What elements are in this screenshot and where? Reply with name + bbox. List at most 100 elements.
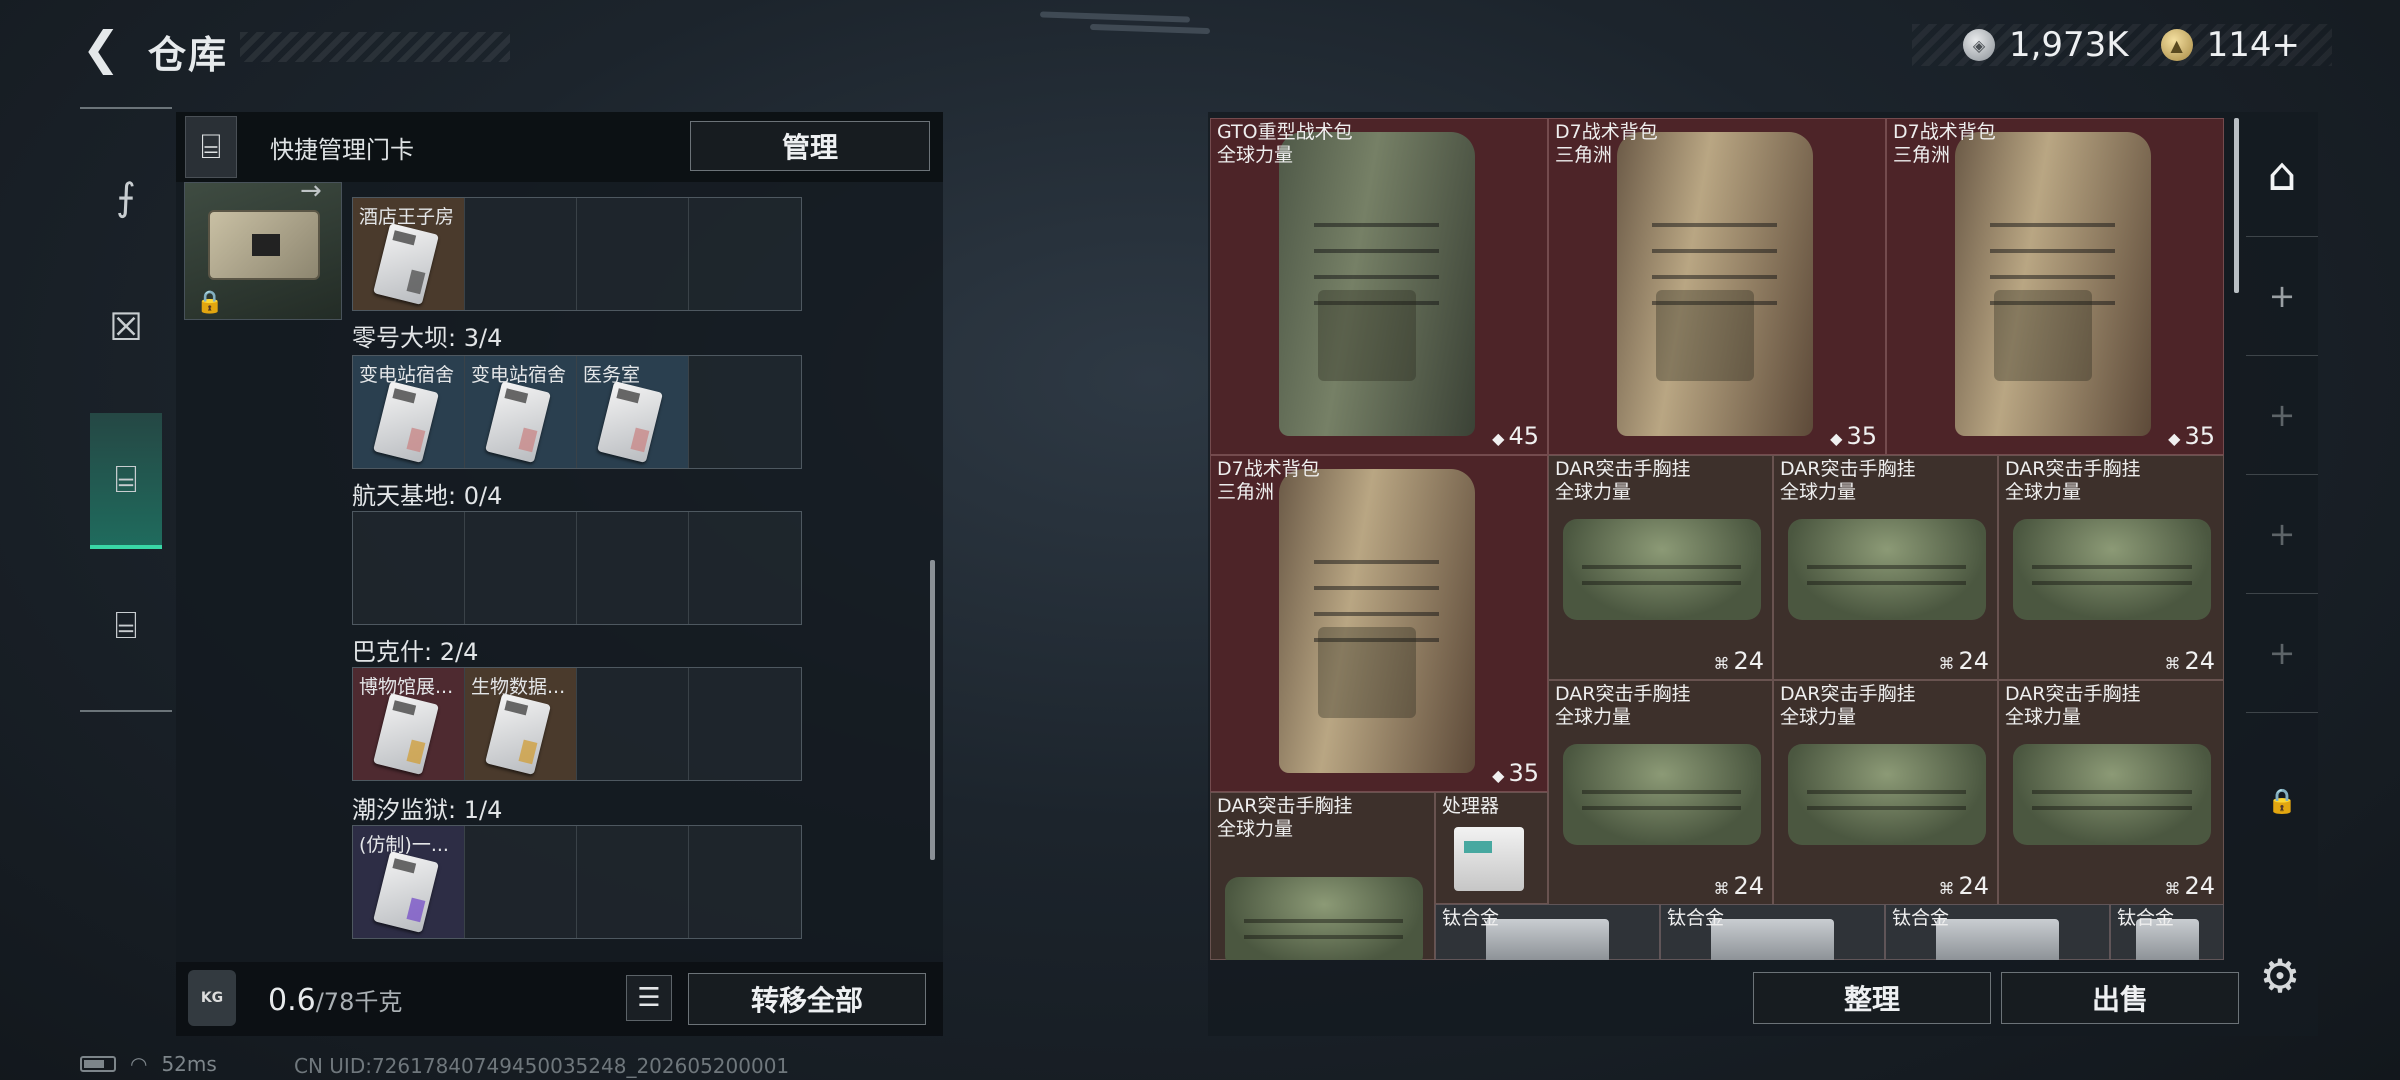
category-nav: ⨍ ☒ ⌸ ⌸ xyxy=(80,107,172,712)
keycard-slot[interactable]: (仿制)一... xyxy=(353,826,465,938)
item-faction: 全球力量 xyxy=(1555,706,1632,728)
backpack-capacity-icon: ◆ xyxy=(1830,429,1843,448)
warehouse-item[interactable]: D7战术背包 三角洲 ◆ 35 xyxy=(1548,118,1886,455)
title-hatch-decoration xyxy=(240,32,510,62)
nav-toolbox[interactable]: ⌸ xyxy=(90,557,162,693)
item-faction: 全球力量 xyxy=(2005,481,2082,503)
item-name: DAR突击手胸挂 全球力量 xyxy=(2005,683,2141,729)
keycard-slot[interactable]: 酒店王子房 xyxy=(353,198,465,310)
item-capacity-value: 35 xyxy=(1508,759,1539,787)
backpack-image xyxy=(1954,132,2151,436)
keycard-group-label: 巴克什: 2/4 xyxy=(352,638,479,666)
warehouse-item[interactable]: 钛合金 xyxy=(1435,904,1660,960)
keycard-slot[interactable]: 医务室 xyxy=(577,356,689,468)
keycard-scrollbar[interactable] xyxy=(930,560,935,860)
lock-icon[interactable]: 🔒 xyxy=(2246,713,2318,888)
keycard-slot[interactable]: 变电站宿舍 xyxy=(353,356,465,468)
keycard-name: (仿制)一... xyxy=(359,834,449,856)
weight-capacity: /78千克 xyxy=(315,988,403,1016)
empty-keycard-slot[interactable] xyxy=(465,826,577,938)
warehouse-item[interactable]: 钛合金 xyxy=(2110,904,2224,960)
item-faction: 全球力量 xyxy=(1780,481,1857,503)
empty-keycard-slot[interactable] xyxy=(577,512,689,624)
keycard-group-label: 零号大坝: 3/4 xyxy=(352,324,503,352)
empty-keycard-slot[interactable] xyxy=(465,198,577,310)
empty-keycard-slot[interactable] xyxy=(577,198,689,310)
keycard-slot[interactable]: 生物数据... xyxy=(465,668,577,780)
empty-keycard-slot[interactable] xyxy=(689,668,801,780)
sort-button[interactable]: 整理 xyxy=(1753,972,1991,1024)
item-capacity-value: 24 xyxy=(2184,872,2215,900)
empty-keycard-slot[interactable] xyxy=(577,826,689,938)
backpack-capacity-icon: ◆ xyxy=(1492,429,1505,448)
warehouse-item[interactable]: DAR突击手胸挂 全球力量 xyxy=(1210,792,1435,960)
item-faction: 三角洲 xyxy=(1555,144,1613,166)
currency-bar: ◈ 1,973K ▲ 114+ xyxy=(1912,24,2332,66)
empty-keycard-slot[interactable] xyxy=(689,826,801,938)
add-tab-icon[interactable]: + xyxy=(2246,356,2318,475)
item-name: 钛合金 xyxy=(2117,907,2174,930)
item-capacity-value: 24 xyxy=(1958,647,1989,675)
item-name: D7战术背包 三角洲 xyxy=(1217,458,1320,504)
warehouse-item[interactable]: 处理器 xyxy=(1435,792,1548,904)
item-capacity-value: 24 xyxy=(2184,647,2215,675)
warehouse-item[interactable]: D7战术背包 三角洲 ◆ 35 xyxy=(1210,455,1548,792)
warehouse-item[interactable]: DAR突击手胸挂 全球力量 ⌘ 24 xyxy=(1773,455,1998,680)
keycard-image xyxy=(373,381,439,463)
keycard-image xyxy=(485,693,551,775)
item-capacity: ◆ 35 xyxy=(2168,422,2215,450)
quick-manage-label: 快捷管理门卡 xyxy=(270,136,414,164)
item-name: DAR突击手胸挂 全球力量 xyxy=(1555,458,1691,504)
chest-rig-image xyxy=(1224,877,1423,960)
empty-keycard-slot[interactable] xyxy=(689,512,801,624)
keycard-slot[interactable]: 博物馆展... xyxy=(353,668,465,780)
add-tab-icon[interactable]: + xyxy=(2246,594,2318,713)
empty-keycard-slot[interactable] xyxy=(465,512,577,624)
rig-capacity-icon: ⌘ xyxy=(1938,879,1955,898)
warehouse-item[interactable]: DAR突击手胸挂 全球力量 ⌘ 24 xyxy=(1998,680,2224,905)
gold-balance[interactable]: 114+ xyxy=(2207,25,2300,65)
warehouse-item[interactable]: DAR突击手胸挂 全球力量 ⌘ 24 xyxy=(1548,455,1773,680)
item-name: D7战术背包 三角洲 xyxy=(1893,121,1996,167)
warehouse-item[interactable]: D7战术背包 三角洲 ◆ 35 xyxy=(1886,118,2224,455)
empty-keycard-slot[interactable] xyxy=(689,356,801,468)
keycard-slot[interactable]: 变电站宿舍 xyxy=(465,356,577,468)
warehouse-item[interactable]: 钛合金 xyxy=(1660,904,1885,960)
chest-rig-image xyxy=(1787,744,1986,846)
add-tab-icon[interactable]: + xyxy=(2246,475,2318,594)
sell-button[interactable]: 出售 xyxy=(2001,972,2239,1024)
empty-keycard-slot[interactable] xyxy=(577,668,689,780)
item-title: DAR突击手胸挂 xyxy=(1780,683,1916,705)
item-capacity: ⌘ 24 xyxy=(1938,647,1989,675)
item-name: DAR突击手胸挂 全球力量 xyxy=(1780,683,1916,729)
keycard-slot-row: 变电站宿舍 变电站宿舍 医务室 xyxy=(352,355,802,469)
warehouse-item[interactable]: 钛合金 xyxy=(1885,904,2110,960)
empty-keycard-slot[interactable] xyxy=(353,512,465,624)
manage-button[interactable]: 管理 xyxy=(690,121,930,171)
item-capacity-value: 24 xyxy=(1733,647,1764,675)
backpack-icon: ☒ xyxy=(108,305,144,349)
warehouse-item[interactable]: DAR突击手胸挂 全球力量 ⌘ 24 xyxy=(1998,455,2224,680)
item-title: D7战术背包 xyxy=(1555,121,1658,143)
list-view-icon[interactable]: ☰ xyxy=(626,975,672,1021)
warehouse-tab-icon[interactable]: ⌂ xyxy=(2246,112,2318,237)
warehouse-item[interactable]: DAR突击手胸挂 全球力量 ⌘ 24 xyxy=(1773,680,1998,905)
nav-weapons[interactable]: ⨍ xyxy=(90,129,162,265)
nav-keycards[interactable]: ⌸ xyxy=(90,413,162,549)
gear-icon[interactable]: ⚙ xyxy=(2254,949,2306,1003)
weight-current: 0.6 xyxy=(268,983,316,1018)
rig-capacity-icon: ⌘ xyxy=(1713,654,1730,673)
warehouse-scrollbar[interactable] xyxy=(2234,118,2239,293)
add-tab-icon[interactable]: + xyxy=(2246,237,2318,356)
keycard-name: 生物数据... xyxy=(471,676,566,698)
backpack-image xyxy=(1278,132,1475,436)
back-arrow-icon[interactable]: ❮ xyxy=(78,21,124,75)
keycard-image xyxy=(485,381,551,463)
lock-icon: 🔒 xyxy=(196,290,224,315)
empty-keycard-slot[interactable] xyxy=(689,198,801,310)
chest-rig-image xyxy=(1562,744,1761,846)
nav-gear[interactable]: ☒ xyxy=(90,259,162,395)
transfer-all-button[interactable]: 转移全部 xyxy=(688,973,926,1025)
warehouse-item[interactable]: DAR突击手胸挂 全球力量 ⌘ 24 xyxy=(1548,680,1773,905)
warehouse-item[interactable]: GTO重型战术包 全球力量 ◆ 45 xyxy=(1210,118,1548,455)
